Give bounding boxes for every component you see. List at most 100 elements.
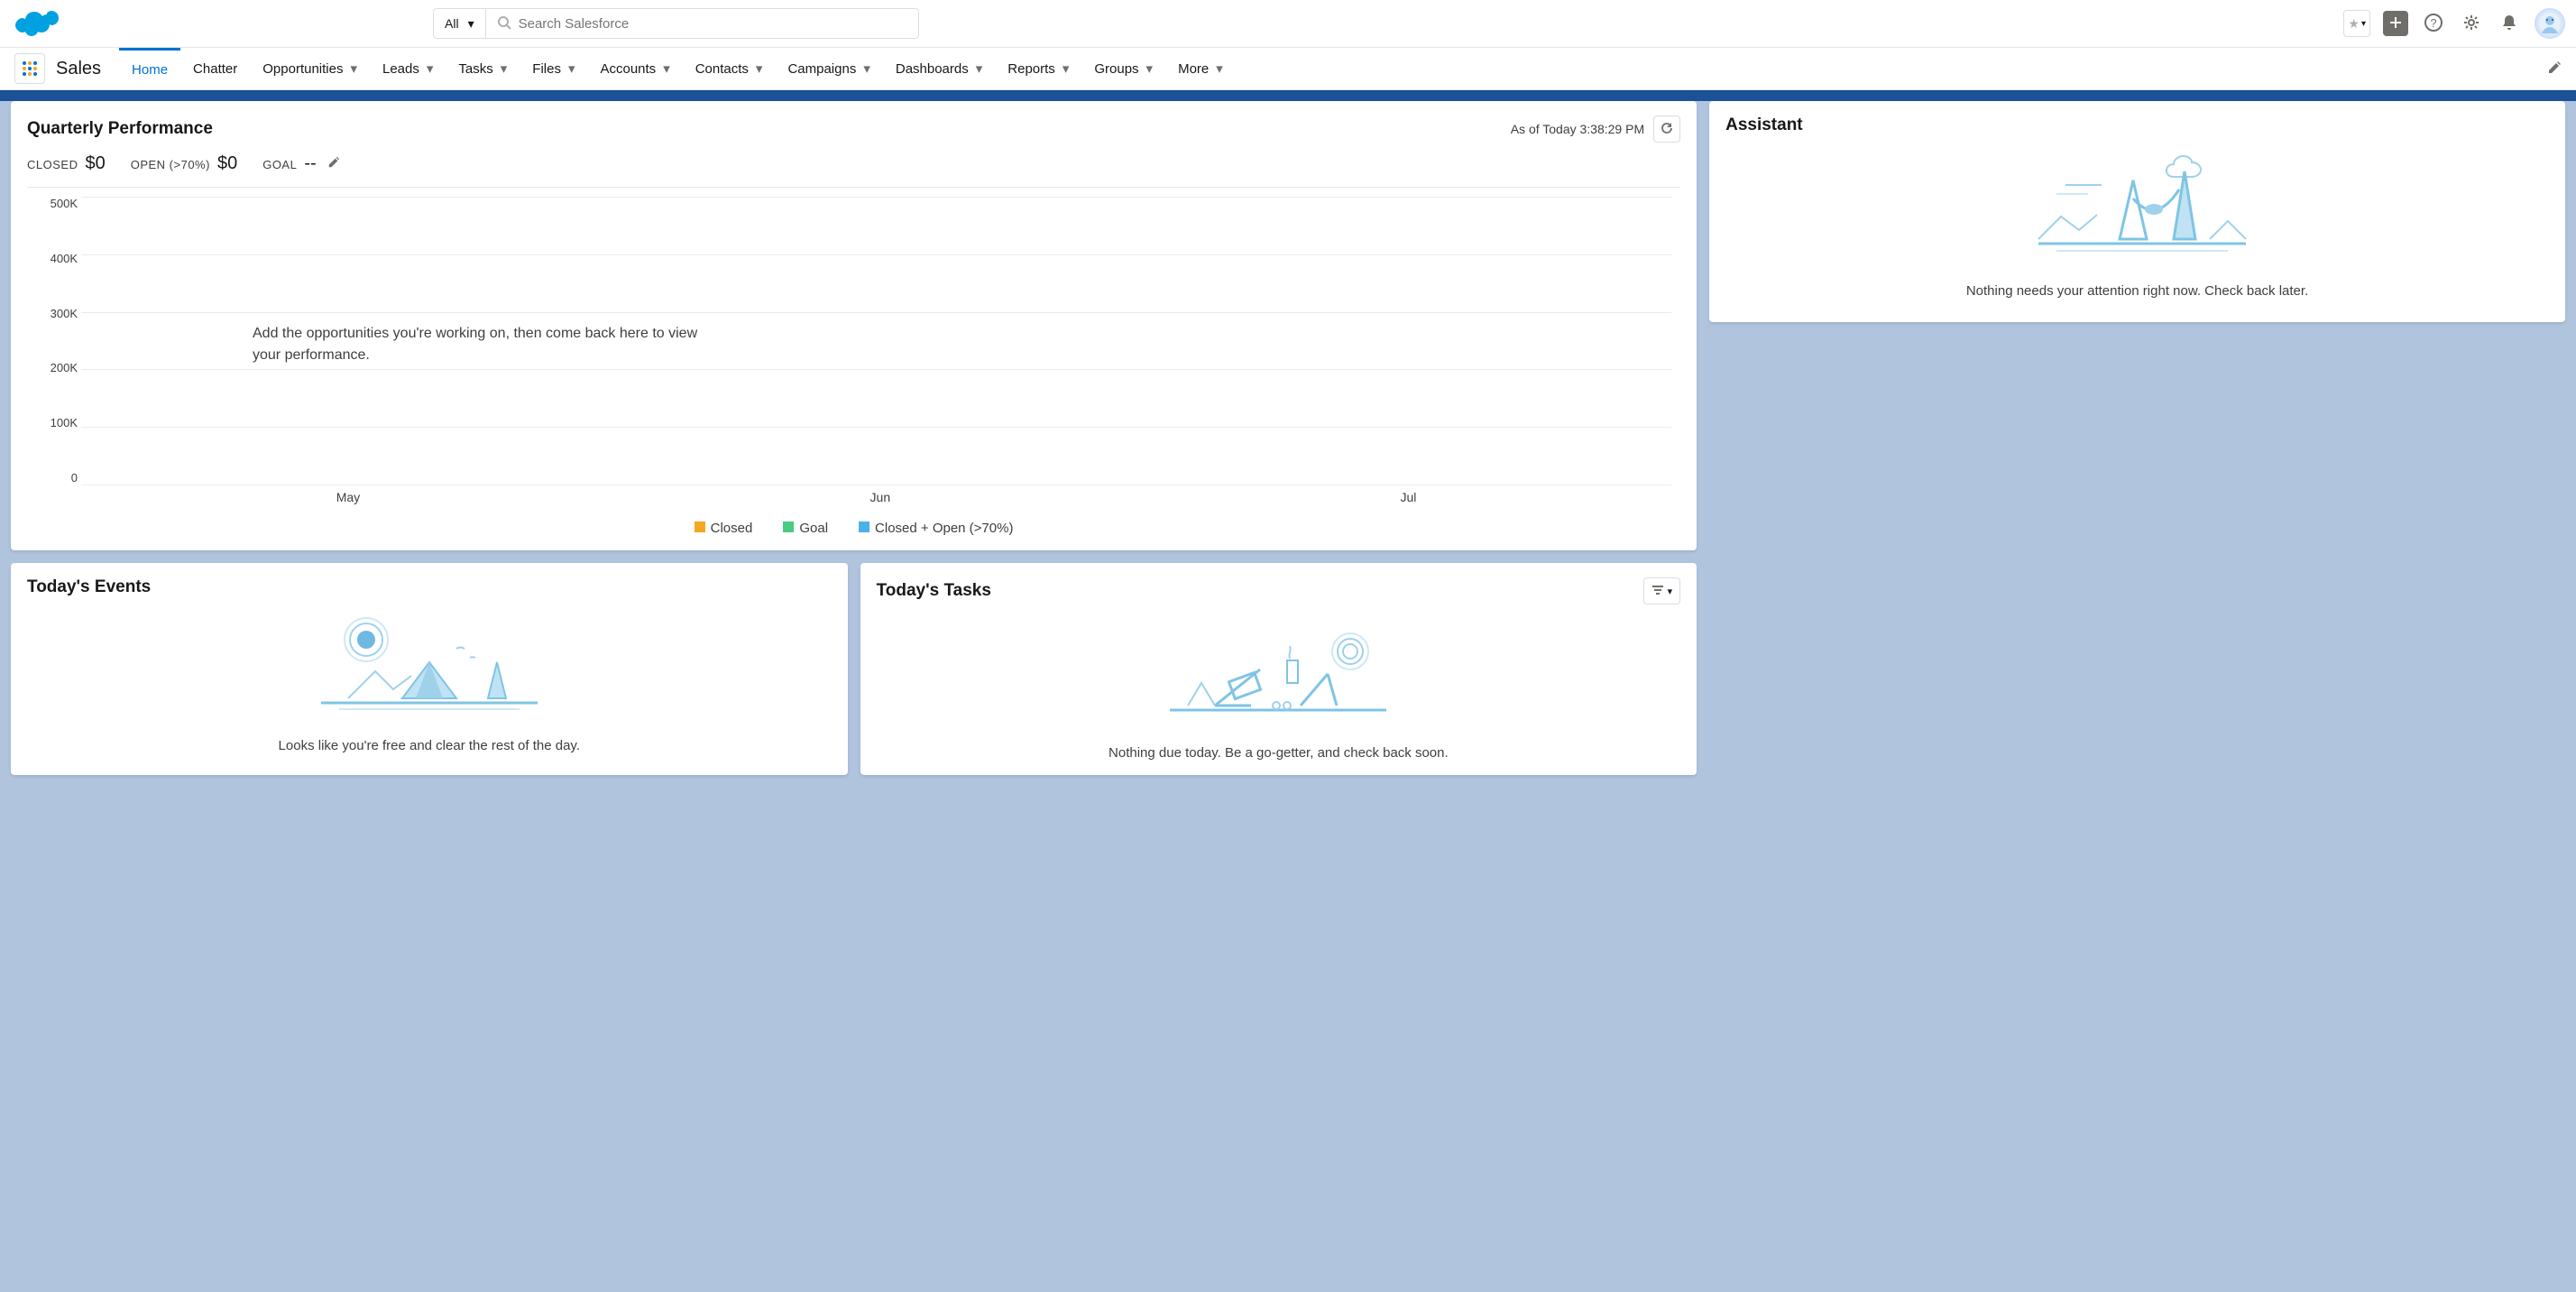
nav-tab-leads[interactable]: Leads ▾ <box>370 48 446 89</box>
nav-tab-label: Leads <box>382 61 419 77</box>
closed-label: CLOSED <box>27 158 78 171</box>
nav-tab-contacts[interactable]: Contacts▾ <box>683 48 776 89</box>
tasks-empty-text: Nothing due today. Be a go-getter, and c… <box>1109 745 1449 761</box>
y-tick: 300K <box>27 307 78 320</box>
legend-label: Closed + Open (>70%) <box>875 521 1013 536</box>
closed-metric: CLOSED $0 <box>27 153 106 174</box>
y-tick: 200K <box>27 361 78 374</box>
open-metric: OPEN (>70%) $0 <box>131 153 237 174</box>
tasks-filter-dropdown[interactable]: ▾ <box>1643 577 1681 604</box>
chevron-down-icon: ▾ <box>863 60 870 77</box>
y-tick: 400K <box>27 252 78 265</box>
star-icon: ★ <box>2348 16 2360 32</box>
goal-metric: GOAL -- <box>262 153 339 174</box>
legend-label: Goal <box>799 521 828 536</box>
nav-tab-files[interactable]: Files▾ <box>520 48 587 89</box>
x-tick: Jul <box>1401 490 1417 504</box>
events-title: Today's Events <box>27 577 832 597</box>
tasks-title: Today's Tasks <box>877 581 991 601</box>
chevron-down-icon: ▾ <box>1063 60 1070 77</box>
question-icon: ? <box>2424 14 2443 34</box>
chevron-down-icon: ▾ <box>976 60 983 77</box>
header-actions: ★ ▾ ? <box>2343 8 2565 39</box>
chevron-down-icon: ▾ <box>468 16 474 32</box>
chart-empty-message: Add the opportunities you're working on,… <box>253 323 704 366</box>
notifications-button[interactable] <box>2497 11 2522 36</box>
filter-icon <box>1651 584 1664 599</box>
quarterly-performance-card: Quarterly Performance As of Today 3:38:2… <box>11 101 1697 550</box>
nav-tab-tasks[interactable]: Tasks ▾ <box>446 48 520 89</box>
refresh-icon <box>1660 121 1674 138</box>
global-actions-button[interactable] <box>2383 11 2408 36</box>
app-name: Sales <box>56 59 101 79</box>
y-tick: 500K <box>27 197 78 210</box>
chevron-down-icon: ▾ <box>501 60 508 77</box>
camping-illustration <box>312 608 547 725</box>
edit-goal-button[interactable] <box>327 156 340 171</box>
nav-tab-dashboards[interactable]: Dashboards▾ <box>883 48 995 89</box>
nav-tab-label: Home <box>132 62 168 78</box>
search-scope-dropdown[interactable]: All ▾ <box>433 8 486 39</box>
nav-tab-label: Opportunities <box>262 61 343 77</box>
chevron-down-icon: ▾ <box>2361 19 2366 29</box>
global-search[interactable] <box>486 8 919 39</box>
help-button[interactable]: ? <box>2421 11 2446 36</box>
pencil-icon <box>327 157 340 171</box>
legend-item: Closed <box>695 521 753 536</box>
chevron-down-icon: ▾ <box>1216 60 1223 77</box>
nav-tab-label: Groups <box>1094 61 1138 77</box>
quarterly-title: Quarterly Performance <box>27 119 213 139</box>
relaxing-illustration <box>1161 615 1395 733</box>
edit-nav-button[interactable] <box>2547 60 2562 78</box>
search-scope-label: All <box>445 16 459 31</box>
nav-tab-groups[interactable]: Groups▾ <box>1081 48 1165 89</box>
chevron-down-icon: ▾ <box>427 60 434 77</box>
goal-label: GOAL <box>262 158 297 171</box>
pencil-icon <box>2547 63 2562 78</box>
legend-item: Goal <box>783 521 828 536</box>
nav-tab-label: More <box>1178 61 1209 77</box>
nav-tab-accounts[interactable]: Accounts▾ <box>587 48 682 89</box>
chevron-down-icon: ▾ <box>568 60 575 77</box>
nav-tab-reports[interactable]: Reports ▾ <box>995 48 1081 89</box>
favorites-button[interactable]: ★ ▾ <box>2343 10 2370 37</box>
y-tick: 100K <box>27 416 78 429</box>
hammock-illustration <box>2011 144 2264 271</box>
nav-tab-label: Tasks <box>458 61 492 77</box>
legend-swatch <box>783 521 794 532</box>
y-tick: 0 <box>27 471 78 484</box>
user-avatar[interactable] <box>2535 8 2565 39</box>
nav-tab-chatter[interactable]: Chatter <box>180 48 250 89</box>
as-of-timestamp: As of Today 3:38:29 PM <box>1511 122 1644 136</box>
search-input[interactable] <box>519 16 907 32</box>
global-header: All ▾ ★ ▾ ? <box>0 0 2576 47</box>
open-value: $0 <box>217 153 237 174</box>
chevron-down-icon: ▾ <box>663 60 670 77</box>
x-tick: May <box>336 490 360 504</box>
assistant-title: Assistant <box>1725 115 2549 135</box>
closed-value: $0 <box>85 153 105 174</box>
goal-value: -- <box>304 153 316 174</box>
todays-events-card: Today's Events Looks like you'r <box>11 563 848 775</box>
nav-tab-label: Chatter <box>193 61 237 77</box>
chart-legend: Closed Goal Closed + Open (>70%) <box>27 521 1680 536</box>
nav-tab-opportunities[interactable]: Opportunities ▾ <box>250 48 370 89</box>
nav-tab-campaigns[interactable]: Campaigns▾ <box>775 48 882 89</box>
nav-tab-home[interactable]: Home <box>119 48 180 89</box>
chevron-down-icon: ▾ <box>350 60 357 77</box>
events-empty-text: Looks like you're free and clear the res… <box>279 738 580 753</box>
x-tick: Jun <box>870 490 891 504</box>
nav-tab-label: Contacts <box>695 61 749 77</box>
app-nav: Sales HomeChatterOpportunities▾Leads▾Tas… <box>0 47 2576 90</box>
app-launcher-button[interactable] <box>14 53 45 84</box>
legend-label: Closed <box>711 521 753 536</box>
setup-button[interactable] <box>2459 11 2484 36</box>
nav-tab-more[interactable]: More ▾ <box>1165 48 1236 89</box>
refresh-button[interactable] <box>1653 115 1680 143</box>
nav-tab-label: Reports <box>1007 61 1055 77</box>
gear-icon <box>2462 14 2480 34</box>
todays-tasks-card: Today's Tasks ▾ <box>860 563 1697 775</box>
assistant-empty-text: Nothing needs your attention right now. … <box>1966 283 2308 299</box>
open-label: OPEN (>70%) <box>131 158 210 171</box>
legend-swatch <box>695 521 705 532</box>
